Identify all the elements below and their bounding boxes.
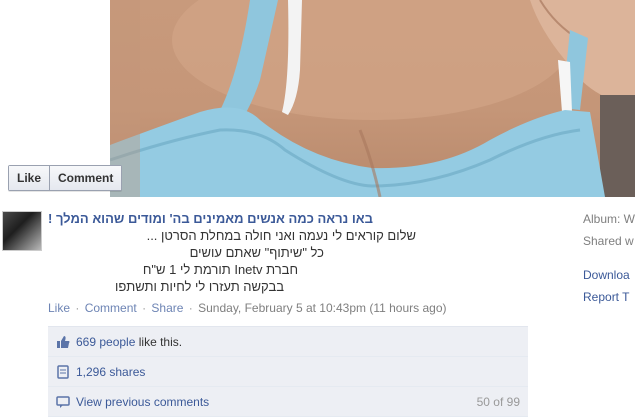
shared-with-label: Shared w <box>583 234 634 248</box>
post-timestamp[interactable]: Sunday, February 5 at 10:43pm (11 hours … <box>198 301 446 315</box>
shares-row: 1,296 shares <box>48 357 528 387</box>
view-previous-comments-row: View previous comments 50 of 99 <box>48 387 528 417</box>
likes-suffix: like this. <box>138 334 183 349</box>
post-title[interactable]: באו נראה כמה אנשים מאמינים בה' ומודים שה… <box>48 211 468 227</box>
report-link[interactable]: Report T <box>583 290 629 304</box>
post-line: כל "שיתוף" שאתם עושים <box>189 245 324 260</box>
post-line: בבקשה תעזרו לי לחיות ותשתפו <box>114 279 284 294</box>
share-icon <box>56 364 70 379</box>
post-line: חברת Inetv תורמת לי 1 ש"ח <box>142 262 298 277</box>
photo-action-bar: Like Comment <box>8 165 123 191</box>
comment-link[interactable]: Comment <box>85 301 137 315</box>
likes-row: 669 people like this. <box>48 327 528 357</box>
comments-count: 50 of 99 <box>476 394 520 409</box>
photo-like-button[interactable]: Like <box>9 166 50 190</box>
view-previous-comments-link[interactable]: View previous comments <box>76 395 209 409</box>
separator-dot: · <box>75 301 80 315</box>
shares-count-link[interactable]: 1,296 shares <box>76 365 145 379</box>
album-label[interactable]: Album: W <box>583 212 635 234</box>
photo-sidebar: Album: W Shared w Downloa Report T <box>583 212 635 312</box>
photo-viewer: Like Comment <box>0 0 635 197</box>
post-action-links: Like · Comment · Share · Sunday, Februar… <box>48 301 447 315</box>
download-link[interactable]: Downloa <box>583 268 630 282</box>
post-text: באו נראה כמה אנשים מאמינים בה' ומודים שה… <box>48 211 468 295</box>
poster-avatar[interactable] <box>2 211 42 251</box>
like-link[interactable]: Like <box>48 301 70 315</box>
likes-count-link[interactable]: 669 people <box>76 335 135 349</box>
separator-dot: · <box>188 301 193 315</box>
share-link[interactable]: Share <box>151 301 183 315</box>
separator-dot: · <box>142 301 147 315</box>
photo-image[interactable] <box>110 0 635 197</box>
feedback-box: 669 people like this. 1,296 shares View … <box>48 326 528 417</box>
photo-comment-button[interactable]: Comment <box>49 166 122 190</box>
thumbs-up-icon <box>56 335 70 349</box>
photo-illustration <box>110 0 635 197</box>
post-line: שלום קוראים לי נעמה ואני חולה במחלת הסרט… <box>146 228 416 243</box>
comment-bubble-icon <box>56 395 70 409</box>
